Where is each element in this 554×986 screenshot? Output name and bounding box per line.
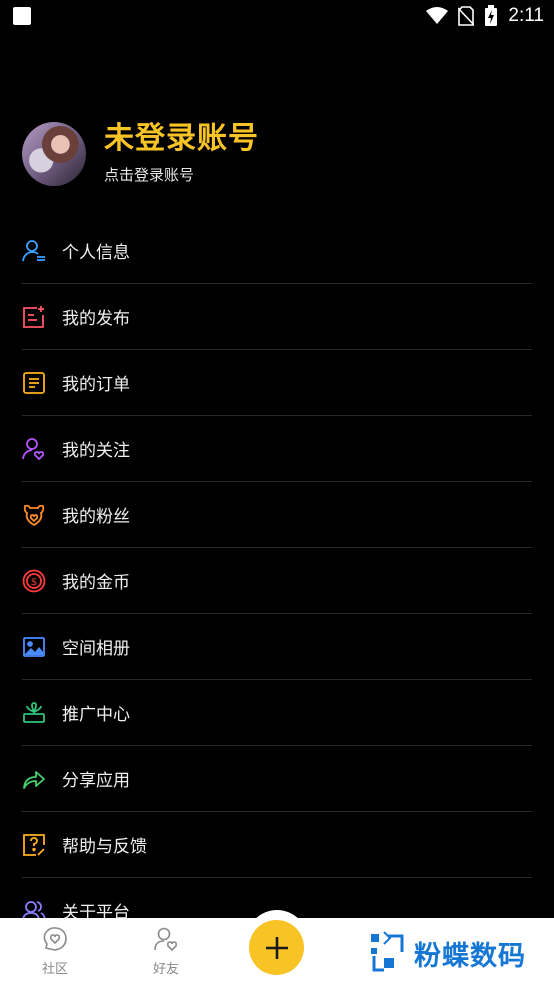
menu-label: 推广中心	[62, 705, 130, 725]
menu-label: 我的粉丝	[62, 507, 130, 527]
battery-charging-icon	[485, 5, 498, 26]
nav-friends-label: 好友	[152, 962, 179, 977]
user-list-icon	[22, 239, 46, 263]
menu-item-promotion[interactable]: 推广中心	[22, 680, 532, 746]
login-prompt[interactable]: 点击登录账号	[104, 164, 194, 185]
menu-label: 我的关注	[62, 441, 130, 461]
promotion-icon	[22, 701, 46, 725]
menu-item-my-fans[interactable]: 我的粉丝	[22, 482, 532, 548]
album-icon	[22, 635, 46, 659]
menu-item-personal-info[interactable]: 个人信息	[22, 218, 532, 284]
add-post-button[interactable]	[249, 920, 304, 975]
menu-label: 我的金币	[62, 573, 130, 593]
status-time: 2:11	[508, 5, 544, 26]
watermark-logo-icon	[371, 931, 404, 972]
menu-list: 个人信息 我的发布 我的订单 我的关注 我的粉丝 $ 我的金币 空间相册 推广中…	[22, 218, 532, 943]
wifi-icon	[426, 7, 449, 24]
menu-item-my-posts[interactable]: 我的发布	[22, 284, 532, 350]
no-sim-icon	[458, 6, 475, 26]
nav-community[interactable]: 社区	[25, 926, 85, 977]
menu-label: 我的发布	[62, 309, 130, 329]
notification-icon	[13, 7, 31, 25]
menu-item-help-feedback[interactable]: 帮助与反馈	[22, 812, 532, 878]
menu-label: 帮助与反馈	[62, 837, 147, 857]
status-bar: 2:11	[0, 0, 554, 32]
order-icon	[22, 371, 46, 395]
menu-label: 空间相册	[62, 639, 130, 659]
watermark: 粉蝶数码	[368, 930, 526, 976]
menu-label: 我的订单	[62, 375, 130, 395]
menu-label: 个人信息	[62, 243, 130, 263]
help-feedback-icon	[22, 833, 46, 857]
menu-item-my-orders[interactable]: 我的订单	[22, 350, 532, 416]
community-icon	[43, 927, 67, 951]
watermark-text: 粉蝶数码	[414, 940, 526, 972]
avatar[interactable]	[22, 122, 86, 186]
menu-item-my-following[interactable]: 我的关注	[22, 416, 532, 482]
plus-icon	[265, 936, 288, 959]
profile-name[interactable]: 未登录账号	[104, 113, 259, 157]
publish-icon	[22, 305, 46, 329]
menu-item-album[interactable]: 空间相册	[22, 614, 532, 680]
fans-icon	[22, 503, 46, 527]
nav-community-label: 社区	[41, 962, 68, 977]
coin-icon: $	[22, 569, 46, 593]
menu-label: 分享应用	[62, 771, 130, 791]
share-icon	[22, 767, 46, 791]
status-icons: 2:11	[426, 0, 544, 32]
nav-friends[interactable]: 好友	[136, 926, 196, 977]
svg-text:$: $	[31, 577, 37, 588]
follow-icon	[22, 437, 46, 461]
menu-item-my-coins[interactable]: $ 我的金币	[22, 548, 532, 614]
friends-icon	[154, 927, 178, 952]
menu-item-share-app[interactable]: 分享应用	[22, 746, 532, 812]
